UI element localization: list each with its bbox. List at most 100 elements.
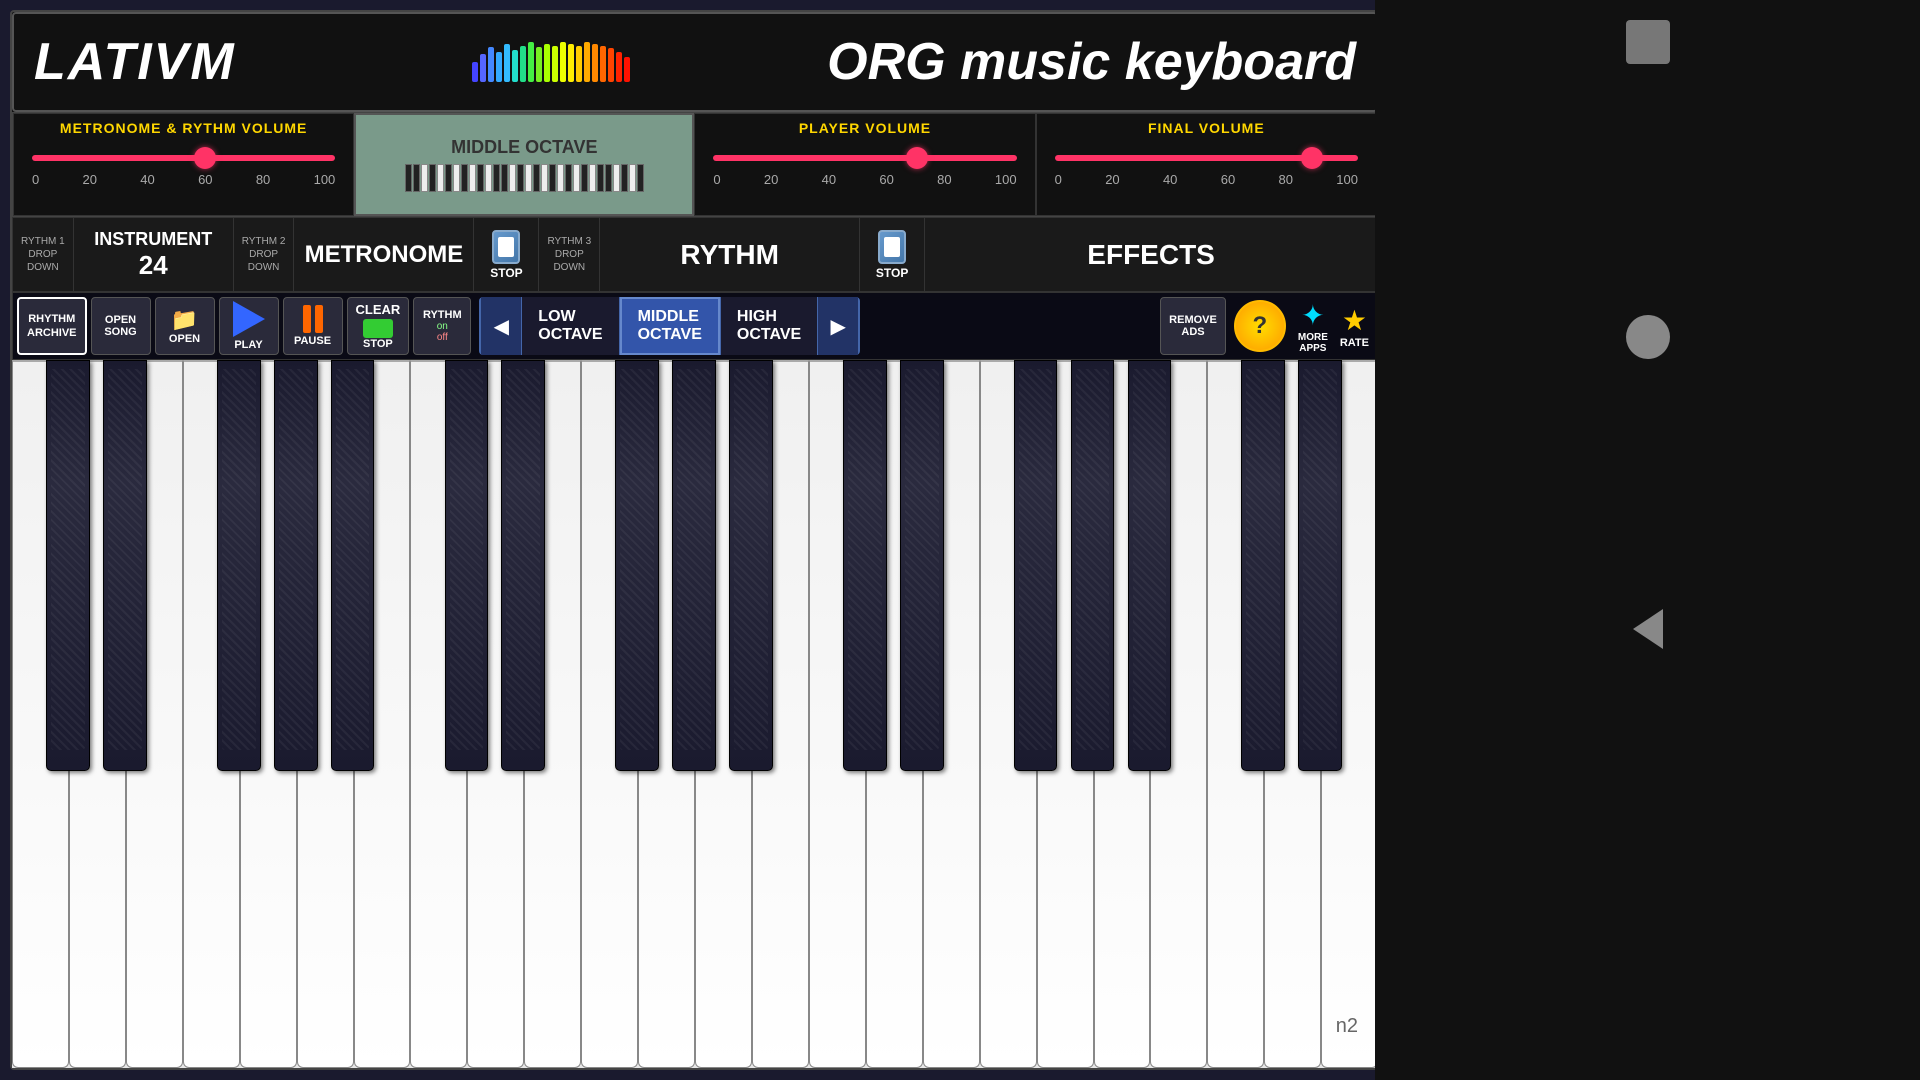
stop-label-tb: STOP [363,338,393,350]
mini-key-3 [421,164,428,192]
player-slider-wrap [713,148,1016,168]
play-label: PLAY [234,339,262,351]
spectrum-bar-5 [504,44,510,82]
mini-key-20 [557,164,564,192]
high-octave-button[interactable]: HIGHOCTAVE [720,297,818,355]
black-key-1[interactable] [46,360,90,771]
black-key-3[interactable] [217,360,261,771]
rythm2-dropdown[interactable]: RYTHM 2DROPDOWN [234,218,295,291]
play-button[interactable]: PLAY [219,297,279,355]
open-song-button[interactable]: OPENSONG [91,297,151,355]
mini-key-1 [405,164,412,192]
toolbar: RHYTHMARCHIVE OPENSONG 📁 OPEN PLAY PAUSE… [12,292,1378,360]
rythm1-dropdown[interactable]: RYTHM 1DROPDOWN [13,218,74,291]
player-volume-labels: 0 20 40 60 80 100 [713,172,1016,187]
black-key-17[interactable] [1298,360,1342,771]
mini-key-30 [637,164,644,192]
metronome-slider-wrap [32,148,335,168]
black-key-15[interactable] [1128,360,1172,771]
black-key-10[interactable] [729,360,773,771]
mini-key-24 [589,164,596,192]
rythm2-label: RYTHM 2DROPDOWN [242,235,286,274]
help-button[interactable]: ? [1234,300,1286,352]
more-apps-button[interactable]: ✦ MOREAPPS [1298,299,1328,354]
black-key-6[interactable] [445,360,489,771]
octave-selector: ◀ LOWOCTAVE MIDDLEOCTAVE HIGHOCTAVE ▶ [479,297,860,355]
final-slider-thumb[interactable] [1301,147,1323,169]
clear-stop-button[interactable]: CLEAR STOP [347,297,410,355]
black-key-14[interactable] [1071,360,1115,771]
middle-octave-button[interactable]: MIDDLEOCTAVE [620,297,720,355]
middle-octave-label: MIDDLEOCTAVE [638,308,702,344]
pause-button[interactable]: PAUSE [283,297,343,355]
clear-label: CLEAR [356,302,401,317]
instrument-selector[interactable]: INSTRUMENT 24 [74,218,234,291]
black-key-12[interactable] [900,360,944,771]
rythm-toggle-button[interactable]: RYTHM on off [413,297,471,355]
octave-prev-arrow[interactable]: ◀ [481,297,521,355]
black-key-16[interactable] [1241,360,1285,771]
app-title: ORG music keyboard [827,32,1356,92]
rhythm-archive-label: RHYTHMARCHIVE [27,312,77,341]
rate-button[interactable]: ★ RATE [1340,304,1369,349]
spectrum-bar-19 [616,52,622,82]
rythm-stop-button[interactable]: STOP [860,218,925,291]
octave-display-label: MIDDLE OCTAVE [451,137,597,158]
black-key-7[interactable] [501,360,545,771]
metronome-stop-button[interactable]: STOP [474,218,539,291]
instrument-label: INSTRUMENT [94,229,212,250]
mini-key-28 [621,164,628,192]
spectrum-bar-8 [528,42,534,82]
black-key-5[interactable] [331,360,375,771]
octave-next-arrow[interactable]: ▶ [818,297,858,355]
final-volume-panel: FINAL VOLUME 0 20 40 60 80 100 [1036,113,1377,216]
player-slider-track [713,155,1016,161]
more-apps-label: MOREAPPS [1298,332,1328,354]
pause-bar-1 [303,305,311,333]
final-slider-wrap [1055,148,1358,168]
app-container: LATIVM [10,10,1380,1070]
metronome-volume-panel: METRONOME & RYTHM VOLUME 0 20 40 60 80 1… [13,113,354,216]
open-label: OPEN [169,333,200,345]
final-volume-row: 0 20 40 60 80 100 [1047,140,1366,191]
remove-ads-button[interactable]: REMOVEADS [1160,297,1226,355]
stop-label-1: STOP [490,266,522,280]
piano-mini-display [405,164,644,192]
black-key-8[interactable] [615,360,659,771]
black-key-9[interactable] [672,360,716,771]
stop-icon-1 [492,230,520,264]
mini-key-22 [573,164,580,192]
open-folder-button[interactable]: 📁 OPEN [155,297,215,355]
black-key-2[interactable] [103,360,147,771]
black-key-4[interactable] [274,360,318,771]
black-key-11[interactable] [843,360,887,771]
mini-key-19 [549,164,556,192]
octave-display: MIDDLE OCTAVE [354,113,694,216]
metronome-slider-thumb[interactable] [194,147,216,169]
player-slider-thumb[interactable] [906,147,928,169]
star-icon: ✦ [1301,299,1324,332]
spectrum-bar-18 [608,48,614,82]
metronome-volume-title: METRONOME & RYTHM VOLUME [24,120,343,136]
rhythm-archive-button[interactable]: RHYTHMARCHIVE [17,297,87,355]
mini-key-26 [605,164,612,192]
mini-key-12 [493,164,500,192]
effects-button[interactable]: EFFECTS [925,218,1377,291]
low-octave-button[interactable]: LOWOCTAVE [521,297,619,355]
pause-label: PAUSE [294,335,331,347]
spectrum [276,42,827,82]
black-key-13[interactable] [1014,360,1058,771]
side-arrow-button[interactable] [1633,609,1663,649]
rythm1-label: RYTHM 1DROPDOWN [21,235,65,274]
mini-key-11 [485,164,492,192]
side-button-1[interactable] [1626,20,1670,64]
mini-key-21 [565,164,572,192]
rythm-button[interactable]: RYTHM [600,218,860,291]
mini-key-23 [581,164,588,192]
player-volume-row: 0 20 40 60 80 100 [705,140,1024,191]
pause-icon [303,305,323,333]
mini-key-2 [413,164,420,192]
metronome-button[interactable]: METRONOME [294,218,474,291]
side-circle-button[interactable] [1626,315,1670,359]
rythm3-dropdown[interactable]: RYTHM 3DROPDOWN [539,218,600,291]
